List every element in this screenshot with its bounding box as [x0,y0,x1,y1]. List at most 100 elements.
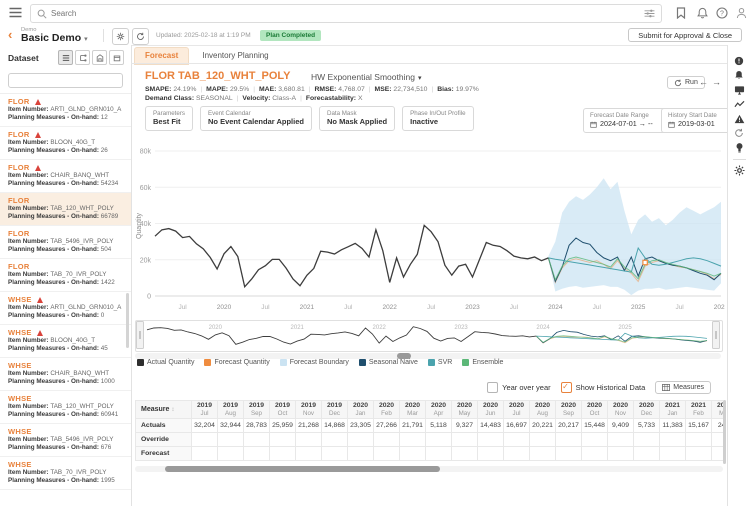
table-cell[interactable] [322,447,348,461]
legend-item[interactable]: SVR [428,359,452,366]
year-over-year-checkbox[interactable]: Year over year [487,382,551,393]
table-cell[interactable]: 14,868 [322,419,348,433]
parameter-card[interactable]: Data MaskNo Mask Applied [319,106,395,131]
table-cell[interactable] [426,433,452,447]
table-cell[interactable] [478,433,504,447]
table-cell[interactable] [400,433,426,447]
dataset-item[interactable]: WHSEItem Number: TAB_70_IVR_POLYPlanning… [0,457,131,490]
table-cell[interactable] [712,433,724,447]
table-cell[interactable] [452,433,478,447]
chart-range-brush[interactable]: 202020212022202320242025 [135,320,723,352]
back-chevron-icon[interactable]: ‹ [8,26,12,44]
dataset-search-input[interactable] [8,73,123,88]
table-cell[interactable] [556,447,582,461]
search-input[interactable] [47,9,644,18]
dataset-item[interactable]: WHSEItem Number: ARTI_GLND_GRN010_APlann… [0,292,131,325]
checkbox-icon[interactable] [561,382,572,393]
exceptions-warning-icon[interactable] [734,113,745,124]
table-cell[interactable] [400,447,426,461]
dataset-item[interactable]: FLORItem Number: TAB_120_WHT_POLYPlannin… [0,193,131,226]
table-cell[interactable] [504,433,530,447]
table-cell[interactable] [634,433,660,447]
table-cell[interactable] [660,433,686,447]
table-cell[interactable] [686,433,712,447]
table-cell[interactable]: 21,791 [400,419,426,433]
dataset-item[interactable]: FLORItem Number: BLOON_40G_TPlanning Mea… [0,127,131,160]
table-cell[interactable] [686,447,712,461]
table-cell[interactable] [530,433,556,447]
measures-button[interactable]: Measures [655,381,711,394]
dataset-item[interactable]: WHSEItem Number: CHAIR_BANQ_WHTPlanning … [0,358,131,391]
table-cell[interactable] [192,433,218,447]
dataset-item[interactable]: FLORItem Number: TAB_5496_IVR_POLYPlanni… [0,226,131,259]
table-cell[interactable] [348,447,374,461]
legend-item[interactable]: Actual Quantity [137,359,194,366]
show-historical-checkbox[interactable]: Show Historical Data [561,382,646,393]
plan-title[interactable]: Basic Demo▾ [21,33,88,45]
table-cell[interactable]: 20,217 [556,419,582,433]
dataset-item[interactable]: WHSEItem Number: BLOON_40G_TPlanning Mea… [0,325,131,358]
dataset-item[interactable]: WHSEItem Number: TAB_5496_IVR_POLYPlanni… [0,424,131,457]
search-filter-icon[interactable] [644,9,655,18]
plan-settings-button[interactable] [112,28,129,45]
table-cell[interactable] [556,433,582,447]
insights-lightbulb-icon[interactable] [734,142,745,153]
table-cell[interactable]: 25,959 [270,419,296,433]
dataset-item[interactable]: FLORItem Number: ARTI_GLND_GRN010_APlann… [0,94,131,127]
hamburger-menu-icon[interactable] [9,7,22,18]
sidebar-scrollbar[interactable] [126,293,129,348]
table-cell[interactable]: 32,944 [218,419,244,433]
main-vertical-scrollbar[interactable] [723,400,726,464]
table-cell[interactable] [582,433,608,447]
forecast-chart[interactable]: 020k40k60k80kQuantityJul2020Jul2021Jul20… [135,140,725,314]
table-cell[interactable]: 28,783 [244,419,270,433]
global-search[interactable] [30,4,662,23]
table-cell[interactable] [608,433,634,447]
table-cell[interactable] [296,433,322,447]
table-cell[interactable] [296,447,322,461]
prev-item-arrow[interactable]: ← [699,77,708,87]
table-cell[interactable] [608,447,634,461]
hierarchy-view-icon[interactable] [75,50,90,65]
help-icon[interactable]: ? [716,7,728,19]
trend-line-icon[interactable] [734,99,745,110]
list-view-icon[interactable] [58,50,73,65]
legend-item[interactable]: Seasonal Naive [359,359,418,366]
table-cell[interactable] [348,433,374,447]
table-cell[interactable] [374,433,400,447]
table-cell[interactable] [270,433,296,447]
table-cell[interactable] [582,447,608,461]
table-cell[interactable] [478,447,504,461]
item-view-icon[interactable] [109,50,124,65]
table-cell[interactable]: 11,383 [660,419,686,433]
model-selector[interactable]: HW Exponential Smoothing▾ [311,72,421,82]
table-cell[interactable] [634,447,660,461]
table-cell[interactable] [374,447,400,461]
table-cell[interactable]: 32,204 [192,419,218,433]
dataset-item[interactable]: FLORItem Number: TAB_70_IVR_POLYPlanning… [0,259,131,292]
table-cell[interactable] [244,447,270,461]
next-item-arrow[interactable]: → [712,77,721,87]
table-cell[interactable] [218,447,244,461]
table-cell[interactable]: 27,266 [374,419,400,433]
table-cell[interactable]: 24,7 [712,419,724,433]
display-monitor-icon[interactable] [734,84,745,95]
table-cell[interactable] [660,447,686,461]
table-cell[interactable]: 9,327 [452,419,478,433]
settings-gear-icon[interactable] [734,165,745,176]
notifications-bell-icon[interactable] [734,70,745,81]
bell-icon[interactable] [697,7,709,19]
user-icon[interactable] [736,7,748,19]
submit-approval-button[interactable]: Submit for Approval & Close [628,28,742,42]
table-cell[interactable] [426,447,452,461]
table-cell[interactable]: 20,221 [530,419,556,433]
alert-circle-icon[interactable] [734,55,745,66]
table-cell[interactable] [244,433,270,447]
table-cell[interactable]: 16,697 [504,419,530,433]
parameter-card[interactable]: ParametersBest Fit [145,106,193,131]
table-cell[interactable]: 5,118 [426,419,452,433]
plan-refresh-button[interactable] [132,28,149,45]
table-cell[interactable] [192,447,218,461]
table-cell[interactable] [322,433,348,447]
parameter-card[interactable]: Phase In/Out ProfileInactive [402,106,473,131]
